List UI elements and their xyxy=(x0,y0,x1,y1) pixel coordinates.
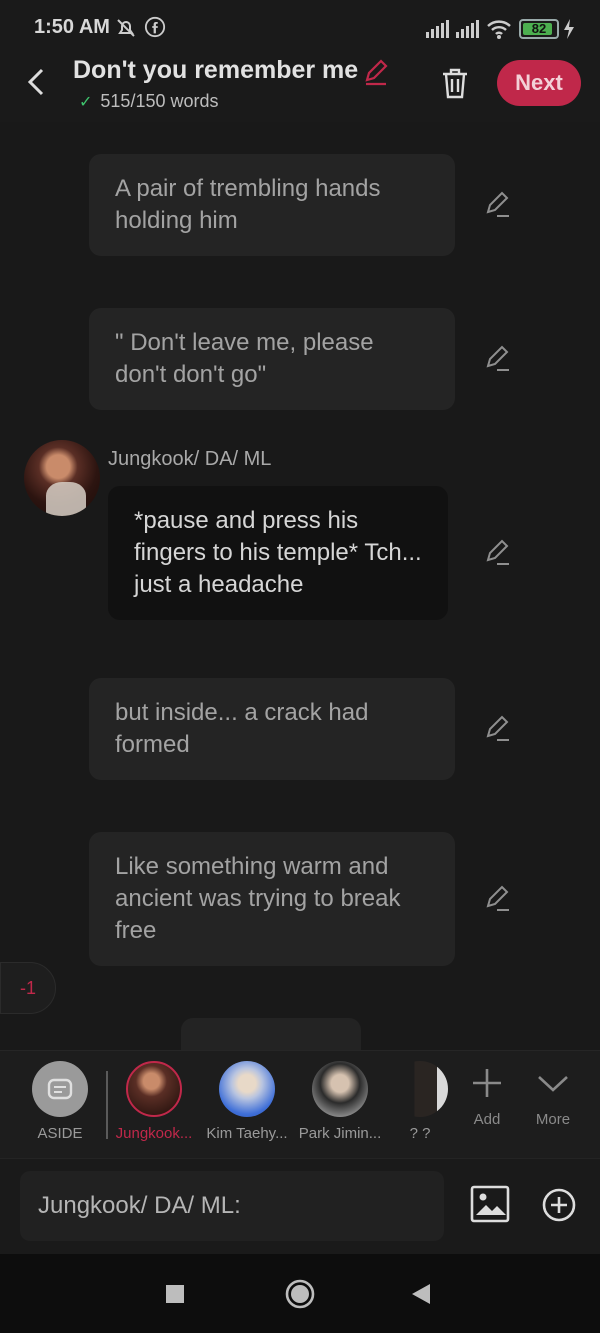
editor-header: Don't you remember me ✓ 515/150 words Ne… xyxy=(0,56,600,122)
character-bubble[interactable]: *pause and press his fingers to his temp… xyxy=(108,486,448,620)
character-kim-taehyung[interactable]: Kim Taehy... xyxy=(202,1061,292,1142)
add-label: Add xyxy=(473,1111,501,1128)
input-bar xyxy=(0,1158,600,1254)
next-button[interactable]: Next xyxy=(497,60,581,106)
image-icon[interactable] xyxy=(470,1185,510,1228)
back-nav-button[interactable] xyxy=(410,1282,432,1311)
character-label: Kim Taehy... xyxy=(206,1125,288,1142)
character-aside[interactable]: ASIDE xyxy=(15,1061,105,1142)
edit-icon[interactable] xyxy=(483,190,511,223)
narration-bubble[interactable]: A pair of trembling hands holding him xyxy=(89,154,455,256)
edit-icon[interactable] xyxy=(483,884,511,917)
character-label: Park Jimin... xyxy=(298,1125,382,1142)
character-selector: ASIDE Jungkook... Kim Taehy... Park Jimi… xyxy=(0,1050,600,1158)
more-label: More xyxy=(535,1111,571,1128)
plus-icon xyxy=(473,1069,501,1097)
divider xyxy=(106,1071,108,1139)
home-button[interactable] xyxy=(284,1278,316,1315)
edit-icon[interactable] xyxy=(483,714,511,747)
more-button[interactable]: More xyxy=(523,1065,583,1128)
character-avatar xyxy=(126,1061,182,1117)
back-button[interactable] xyxy=(22,64,52,100)
scroll-chip[interactable]: -1 xyxy=(0,962,56,1014)
signal-icon xyxy=(424,20,450,43)
chevron-down-icon xyxy=(538,1076,568,1092)
narration-bubble-partial[interactable] xyxy=(181,1018,361,1050)
charging-icon xyxy=(562,18,576,45)
character-label: ? ? xyxy=(409,1125,431,1142)
character-jungkook[interactable]: Jungkook... xyxy=(109,1061,199,1142)
signal-icon-2 xyxy=(454,20,480,43)
character-avatar xyxy=(219,1061,275,1117)
add-character-button[interactable]: Add xyxy=(457,1065,517,1128)
mute-icon xyxy=(114,16,138,45)
aside-icon xyxy=(32,1061,88,1117)
add-media-icon[interactable] xyxy=(541,1187,577,1228)
word-count-text: 515/150 words xyxy=(100,91,219,111)
character-avatar xyxy=(312,1061,368,1117)
battery-level: 82 xyxy=(531,21,547,36)
delete-button[interactable] xyxy=(440,66,470,105)
character-avatar[interactable] xyxy=(24,440,100,516)
check-icon: ✓ xyxy=(79,93,93,111)
facebook-icon xyxy=(144,16,166,43)
battery-indicator: 82 xyxy=(519,19,559,39)
narration-bubble[interactable]: " Don't leave me, please don't don't go" xyxy=(89,308,455,410)
recents-button[interactable] xyxy=(165,1284,185,1309)
word-count: ✓ 515/150 words xyxy=(79,91,219,112)
message-input[interactable] xyxy=(20,1171,444,1241)
status-time: 1:50 AM xyxy=(34,16,110,38)
edit-icon[interactable] xyxy=(483,344,511,377)
story-title[interactable]: Don't you remember me xyxy=(73,56,358,85)
character-unknown[interactable]: ? ? xyxy=(380,1061,460,1142)
character-label: Jungkook... xyxy=(115,1125,193,1142)
character-avatar xyxy=(392,1061,448,1117)
story-chat[interactable]: A pair of trembling hands holding him " … xyxy=(0,122,600,1050)
narration-bubble[interactable]: Like something warm and ancient was tryi… xyxy=(89,832,455,966)
title-edit-icon[interactable] xyxy=(362,58,390,91)
character-park-jimin[interactable]: Park Jimin... xyxy=(295,1061,385,1142)
narration-bubble[interactable]: but inside... a crack had formed xyxy=(89,678,455,780)
wifi-icon xyxy=(486,18,512,45)
system-nav-bar xyxy=(0,1254,600,1333)
character-label: ASIDE xyxy=(37,1125,83,1142)
edit-icon[interactable] xyxy=(483,538,511,571)
status-bar: 1:50 AM 82 xyxy=(0,0,600,58)
speaker-name: Jungkook/ DA/ ML xyxy=(108,448,272,470)
